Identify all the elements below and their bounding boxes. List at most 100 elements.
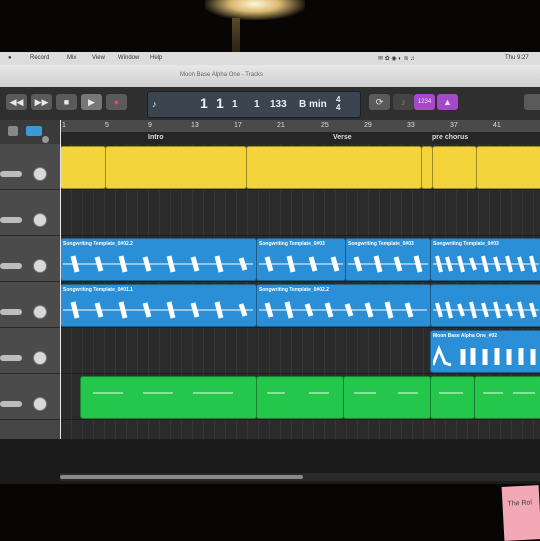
rewind-button[interactable]: ◀◀	[6, 94, 27, 110]
audio-region[interactable]: Songwriting Template_0#03	[430, 238, 540, 281]
lcd-bar: 1	[200, 95, 208, 111]
audio-region[interactable]: Songwriting Template_0#01.1	[60, 284, 257, 327]
waveform	[348, 255, 428, 273]
region-name: Songwriting Template_0#03	[433, 241, 499, 247]
metronome-button[interactable]: ▲	[437, 94, 458, 110]
menu-help[interactable]: Help	[150, 55, 162, 61]
midi-region[interactable]	[430, 376, 475, 419]
track-lane-6[interactable]	[60, 374, 540, 420]
pan-knob[interactable]	[33, 213, 47, 227]
track-header-2[interactable]	[0, 190, 60, 236]
track-headers	[0, 144, 60, 439]
marker-pre-chorus[interactable]: pre chorus	[432, 134, 468, 141]
audio-region[interactable]	[430, 284, 540, 327]
pan-knob[interactable]	[33, 259, 47, 273]
audio-region[interactable]: Songwriting Template_0#03	[345, 238, 431, 281]
menu-record[interactable]: Record	[30, 55, 49, 61]
volume-slider[interactable]	[0, 263, 22, 269]
waveform	[433, 255, 539, 273]
volume-slider[interactable]	[0, 355, 22, 361]
menu-view[interactable]: View	[92, 55, 105, 61]
audio-region[interactable]: Moon Base Alpha One_#02	[430, 330, 540, 373]
waveform	[259, 301, 427, 319]
track-header-6[interactable]	[0, 374, 60, 420]
midi-notes	[354, 392, 418, 394]
track-header-4[interactable]	[0, 282, 60, 328]
control-bar: ◀◀ ▶▶ ■ ▶ ● ♪ 1 1 1 1 133 B min 4 4 ⟳ ♪ …	[0, 87, 540, 121]
cycle-button[interactable]: ⟳	[369, 94, 390, 110]
marker-intro[interactable]: Intro	[148, 134, 164, 141]
tracks-area-header	[0, 120, 60, 145]
ruler-mark: 9	[148, 122, 152, 129]
lcd-key: B min	[299, 99, 327, 110]
region-name: Songwriting Template_0#02.2	[63, 241, 133, 247]
pan-knob[interactable]	[33, 305, 47, 319]
track-lane-4[interactable]: Songwriting Template_0#01.1 Songwriting …	[60, 282, 540, 328]
track-header-1[interactable]	[0, 144, 60, 190]
ruler-mark: 13	[191, 122, 199, 129]
menu-mix[interactable]: Mix	[67, 55, 76, 61]
arrangement-track[interactable]: Intro Verse pre chorus	[60, 132, 540, 144]
lcd-display[interactable]: ♪ 1 1 1 1 133 B min 4 4	[147, 91, 361, 118]
pan-knob[interactable]	[33, 167, 47, 181]
pan-knob[interactable]	[33, 397, 47, 411]
smart-controls-icon[interactable]	[26, 126, 42, 136]
midi-region[interactable]	[80, 376, 257, 419]
midi-notes	[439, 392, 463, 394]
ruler-mark: 41	[493, 122, 501, 129]
scrollbar-thumb[interactable]	[60, 475, 303, 479]
audio-region[interactable]: Songwriting Template_0#03	[256, 238, 346, 281]
audio-region[interactable]: Songwriting Template_0#02.2	[256, 284, 431, 327]
audio-region[interactable]	[105, 146, 247, 189]
ruler-mark: 25	[321, 122, 329, 129]
stop-button[interactable]: ■	[56, 94, 77, 110]
waveform	[63, 255, 253, 273]
audio-region[interactable]	[60, 146, 106, 189]
menu-window[interactable]: Window	[118, 55, 139, 61]
lcd-sig-bottom: 4	[336, 103, 341, 112]
ruler-mark: 21	[277, 122, 285, 129]
waveform	[259, 255, 343, 273]
midi-region[interactable]	[343, 376, 431, 419]
track-lane-1[interactable]	[60, 144, 540, 190]
notepad-button[interactable]	[524, 94, 540, 110]
bar-ruler[interactable]: 1 5 9 13 17 21 25 29 33 37 41	[60, 120, 540, 132]
tuner-button[interactable]: ♪	[393, 94, 414, 110]
track-header-3[interactable]	[0, 236, 60, 282]
track-header-5[interactable]	[0, 328, 60, 374]
tuner-icon[interactable]: ♪	[152, 99, 157, 109]
audio-region[interactable]: Songwriting Template_0#02.2	[60, 238, 257, 281]
horizontal-scrollbar[interactable]	[60, 473, 540, 481]
pan-knob[interactable]	[33, 351, 47, 365]
midi-region[interactable]	[256, 376, 344, 419]
marker-verse[interactable]: Verse	[333, 134, 352, 141]
track-lane-2[interactable]	[60, 190, 540, 236]
tracks-area[interactable]: Songwriting Template_0#02.2 Songwriting …	[60, 144, 540, 439]
audio-region[interactable]	[246, 146, 422, 189]
play-button[interactable]: ▶	[81, 94, 102, 110]
track-lane-5[interactable]: Moon Base Alpha One_#02	[60, 328, 540, 374]
volume-slider[interactable]	[0, 171, 22, 177]
midi-region[interactable]	[474, 376, 540, 419]
window-title: Moon Base Alpha One - Tracks	[180, 72, 264, 78]
audio-region[interactable]	[432, 146, 477, 189]
ruler-mark: 1	[62, 122, 66, 129]
count-in-button[interactable]: 1234	[414, 94, 435, 110]
midi-notes	[93, 392, 233, 394]
volume-slider[interactable]	[0, 309, 22, 315]
lcd-tick: 1	[254, 99, 260, 110]
desk-lamp-stem	[232, 18, 240, 52]
ruler-mark: 29	[364, 122, 372, 129]
apple-icon[interactable]: ●	[8, 55, 12, 61]
fast-forward-button[interactable]: ▶▶	[31, 94, 52, 110]
track-lane-3[interactable]: Songwriting Template_0#02.2 Songwriting …	[60, 236, 540, 282]
menu-bar: ● Record Mix View Window Help ✉ ✿ ◉ ◐ ≋ …	[0, 52, 540, 65]
audio-region[interactable]	[476, 146, 540, 189]
midi-notes	[483, 392, 535, 394]
global-settings-icon[interactable]	[42, 136, 49, 143]
volume-slider[interactable]	[0, 217, 22, 223]
add-track-icon[interactable]	[8, 126, 18, 136]
record-button[interactable]: ●	[106, 94, 127, 110]
volume-slider[interactable]	[0, 401, 22, 407]
playhead[interactable]	[60, 120, 61, 439]
